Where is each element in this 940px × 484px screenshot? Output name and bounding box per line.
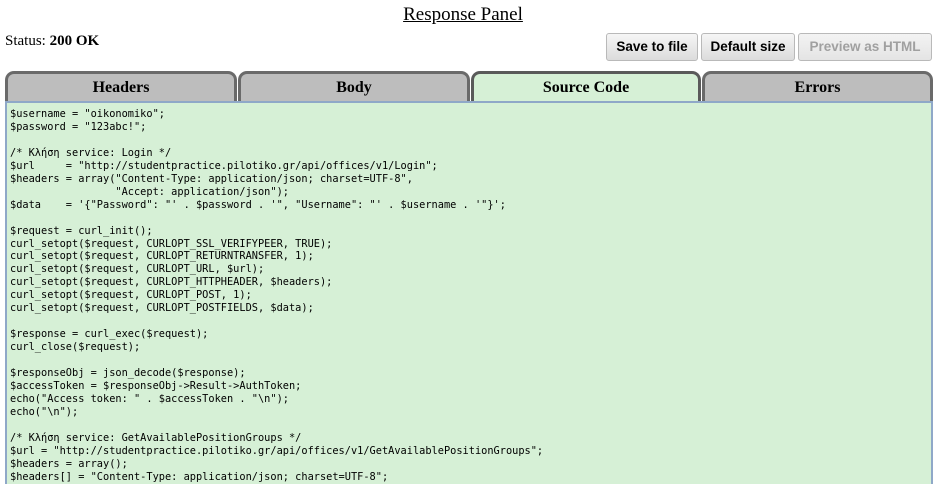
code-line: $accessToken = $responseObj->Result->Aut… — [10, 380, 302, 393]
code-line: /* Κλήση service: GetAvailablePositionGr… — [10, 431, 302, 444]
code-line: $password = "123abc!"; — [10, 120, 147, 133]
status-line: Status: 200 OK — [5, 33, 99, 50]
status-value: 200 OK — [49, 33, 100, 49]
code-line: $username = "oikonomiko"; — [10, 108, 165, 120]
code-line: /* Κλήση service: Login */ — [10, 146, 172, 159]
code-line: curl_setopt($request, CURLOPT_HTTPHEADER… — [10, 276, 333, 289]
code-line: $url = "http://studentpractice.pilotiko.… — [10, 159, 438, 172]
code-line: $url = "http://studentpractice.pilotiko.… — [10, 444, 544, 457]
page-title: Response Panel — [403, 4, 523, 25]
code-line: $headers = array(); — [10, 457, 128, 470]
code-line: curl_close($request); — [10, 341, 141, 354]
default-size-button[interactable]: Default size — [701, 33, 795, 61]
status-label: Status: — [5, 33, 46, 49]
code-line: curl_setopt($request, CURLOPT_POST, 1); — [10, 289, 252, 302]
code-line: $headers[] = "Content-Type: application/… — [10, 470, 389, 483]
tab-headers[interactable]: Headers — [5, 71, 237, 102]
code-line: $responseObj = json_decode($response); — [10, 367, 246, 380]
tab-bar: Headers Body Source Code Errors — [5, 71, 933, 102]
code-line: $request = curl_init(); — [10, 224, 153, 237]
code-line: curl_setopt($request, CURLOPT_SSL_VERIFY… — [10, 237, 333, 250]
code-line: $headers = array("Content-Type: applicat… — [10, 172, 413, 185]
code-line: curl_setopt($request, CURLOPT_POSTFIELDS… — [10, 302, 314, 315]
code-line: echo("Access token: " . $accessToken . "… — [10, 392, 289, 405]
code-line: "Accept: application/json"); — [10, 185, 289, 198]
code-line: $response = curl_exec($request); — [10, 328, 209, 341]
save-to-file-button[interactable]: Save to file — [606, 33, 698, 61]
tab-source-code[interactable]: Source Code — [471, 71, 701, 102]
code-line: $data = '{"Password": "' . $password . '… — [10, 198, 506, 211]
code-line: curl_setopt($request, CURLOPT_URL, $url)… — [10, 263, 265, 276]
preview-as-html-button[interactable]: Preview as HTML — [798, 33, 932, 61]
tab-body[interactable]: Body — [238, 71, 470, 102]
tab-errors[interactable]: Errors — [702, 71, 933, 102]
code-line: echo("\n"); — [10, 405, 79, 418]
code-line: curl_setopt($request, CURLOPT_RETURNTRAN… — [10, 250, 314, 263]
source-code-panel[interactable]: $username = "oikonomiko"; $password = "1… — [5, 101, 933, 484]
source-code-text[interactable]: $username = "oikonomiko"; $password = "1… — [7, 103, 931, 484]
